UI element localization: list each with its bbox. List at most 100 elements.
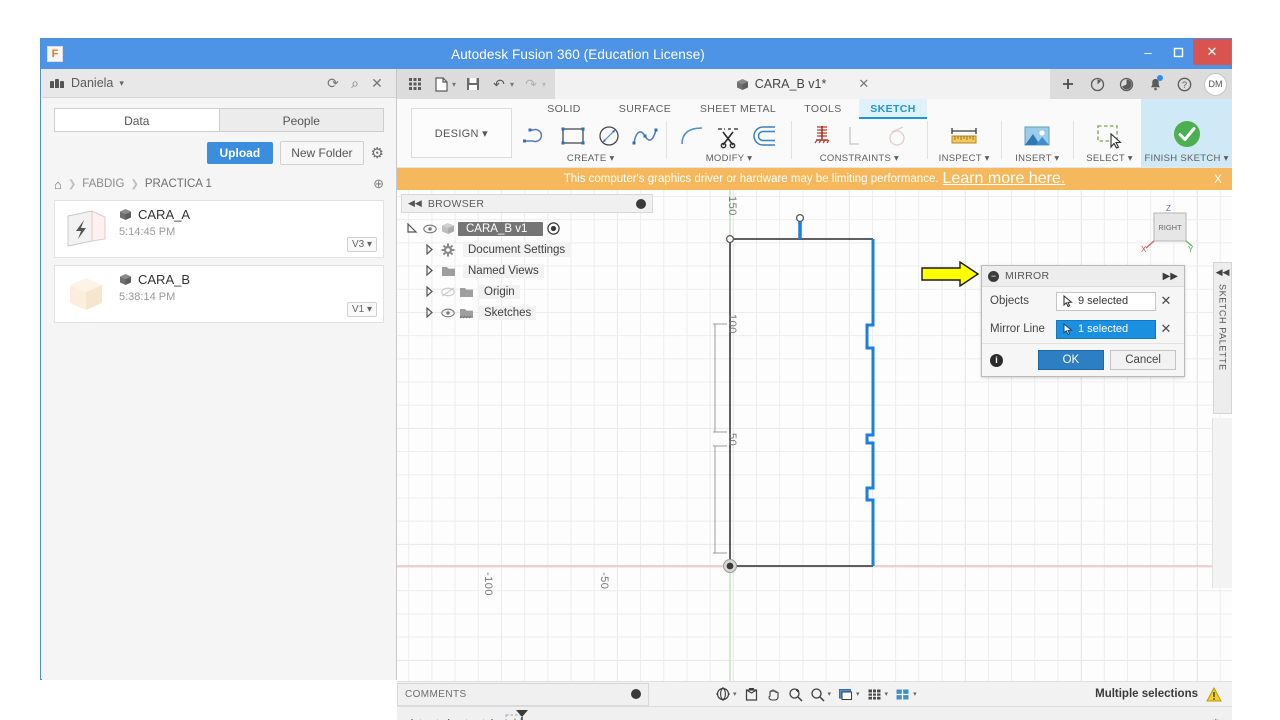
add-tab-icon[interactable] bbox=[1055, 71, 1081, 97]
objects-selection-field[interactable]: 9 selected bbox=[1056, 291, 1156, 311]
expand-arrow-icon[interactable] bbox=[425, 307, 441, 318]
canvas[interactable]: 150 100 50 -100 -50 ◀◀ BROWSER CARA_B v1… bbox=[397, 190, 1232, 681]
globe-icon[interactable]: ⊕ bbox=[373, 176, 384, 192]
grid-snaps-icon[interactable] bbox=[865, 685, 884, 704]
comments-panel[interactable]: COMMENTS bbox=[397, 682, 649, 706]
chevron-down-icon[interactable]: ▾ bbox=[828, 690, 832, 698]
gear-icon[interactable]: ⚙ bbox=[371, 144, 384, 162]
zoom-icon[interactable] bbox=[808, 685, 827, 704]
line-icon[interactable] bbox=[520, 120, 554, 152]
expand-arrow-icon[interactable] bbox=[407, 223, 423, 234]
chevron-down-icon[interactable]: ▾ bbox=[913, 690, 917, 698]
expand-arrow-icon[interactable] bbox=[425, 244, 441, 255]
tangent-constraint-icon[interactable] bbox=[878, 120, 912, 152]
visibility-eye-icon[interactable] bbox=[441, 308, 459, 318]
fix-constraint-icon[interactable] bbox=[806, 120, 840, 152]
timeline-prev-icon[interactable] bbox=[425, 713, 443, 720]
offset-icon[interactable] bbox=[748, 120, 782, 152]
timeline-settings-icon[interactable]: ⚙ bbox=[1209, 716, 1222, 720]
new-folder-button[interactable]: New Folder bbox=[280, 141, 364, 165]
breadcrumb-item-practica-1[interactable]: PRACTICA 1 bbox=[145, 178, 212, 190]
create-panel-label[interactable]: CREATE ▾ bbox=[520, 153, 662, 167]
constraints-panel-label[interactable]: CONSTRAINTS ▾ bbox=[796, 153, 922, 167]
finish-sketch-icon[interactable] bbox=[1172, 119, 1202, 149]
chevron-down-icon[interactable]: ▾ bbox=[542, 80, 546, 89]
expand-arrow-icon[interactable] bbox=[425, 265, 441, 276]
chevron-down-icon[interactable]: ▾ bbox=[119, 78, 124, 89]
finish-sketch-label[interactable]: FINISH SKETCH ▾ bbox=[1144, 153, 1228, 167]
current-user-label[interactable]: Daniela bbox=[71, 76, 113, 90]
show-data-panel-icon[interactable] bbox=[403, 72, 427, 96]
inspect-panel-label[interactable]: INSPECT ▾ bbox=[932, 153, 997, 167]
list-item[interactable]: CARA_A 5:14:45 PM V3 ▾ bbox=[54, 200, 384, 258]
timeline-marker[interactable] bbox=[505, 709, 533, 720]
comments-options-icon[interactable] bbox=[631, 689, 641, 699]
collapse-palette-icon[interactable]: ◀◀ bbox=[1216, 267, 1230, 278]
perpendicular-constraint-icon[interactable] bbox=[842, 120, 876, 152]
rectangle-icon[interactable] bbox=[556, 120, 590, 152]
avatar[interactable]: DM bbox=[1204, 72, 1227, 96]
breadcrumb-item-fabdig[interactable]: FABDIG bbox=[82, 178, 124, 190]
document-tab-cara-b[interactable]: CARA_B v1* ✕ bbox=[736, 76, 869, 92]
chevron-down-icon[interactable]: ▾ bbox=[856, 690, 860, 698]
close-icon[interactable]: ✕ bbox=[858, 76, 869, 92]
select-panel-label[interactable]: SELECT ▾ bbox=[1078, 153, 1141, 167]
home-icon[interactable]: ⌂ bbox=[54, 177, 62, 192]
chevron-down-icon[interactable]: ▾ bbox=[452, 80, 456, 89]
timeline-last-icon[interactable] bbox=[479, 713, 497, 720]
expand-dialog-icon[interactable]: ▶▶ bbox=[1163, 271, 1178, 282]
tree-item-origin[interactable]: Origin bbox=[401, 281, 653, 302]
circle-icon[interactable] bbox=[592, 120, 626, 152]
spline-icon[interactable] bbox=[628, 120, 662, 152]
display-settings-icon[interactable] bbox=[836, 685, 855, 704]
look-at-icon[interactable] bbox=[742, 685, 761, 704]
measure-icon[interactable] bbox=[947, 120, 981, 152]
tree-item-document-settings[interactable]: Document Settings bbox=[401, 239, 653, 260]
tab-data[interactable]: Data bbox=[54, 108, 220, 132]
trim-icon[interactable] bbox=[712, 120, 746, 152]
save-icon[interactable] bbox=[461, 72, 485, 96]
mirror-line-selection-field[interactable]: 1 selected bbox=[1056, 319, 1156, 339]
undo-icon[interactable]: ↶ bbox=[487, 72, 511, 96]
cancel-button[interactable]: Cancel bbox=[1110, 350, 1176, 370]
ok-button[interactable]: OK bbox=[1037, 350, 1105, 370]
tree-item-sketches[interactable]: Sketches bbox=[401, 302, 653, 323]
pan-icon[interactable] bbox=[764, 685, 783, 704]
chevron-down-icon[interactable]: ▾ bbox=[885, 690, 889, 698]
viewports-icon[interactable] bbox=[893, 685, 912, 704]
info-icon[interactable]: i bbox=[990, 353, 1003, 367]
canvas-scrollbar[interactable] bbox=[1212, 418, 1232, 588]
select-icon[interactable] bbox=[1093, 120, 1127, 152]
clear-mirror-line-icon[interactable]: ✕ bbox=[1156, 321, 1176, 337]
list-item[interactable]: CARA_B 5:38:14 PM V1 ▾ bbox=[54, 265, 384, 323]
upload-button[interactable]: Upload bbox=[206, 142, 274, 164]
file-icon[interactable] bbox=[429, 72, 453, 96]
zoom-window-icon[interactable] bbox=[786, 685, 805, 704]
warning-triangle-icon[interactable] bbox=[1206, 686, 1222, 702]
mirror-dialog[interactable]: − MIRROR ▶▶ Objects 9 selected ✕ Mirror bbox=[981, 265, 1185, 377]
learn-more-link[interactable]: Learn more here. bbox=[943, 170, 1066, 188]
close-panel-icon[interactable]: ✕ bbox=[366, 75, 388, 92]
modify-panel-label[interactable]: MODIFY ▾ bbox=[671, 153, 788, 167]
help-icon[interactable]: ? bbox=[1171, 71, 1197, 97]
visibility-eye-icon[interactable] bbox=[441, 287, 459, 297]
close-button[interactable]: ✕ bbox=[1193, 39, 1231, 65]
refresh-icon[interactable]: ⟳ bbox=[322, 75, 344, 92]
redo-icon[interactable]: ↷ bbox=[519, 72, 543, 96]
close-icon[interactable]: X bbox=[1214, 172, 1222, 186]
file-version-dropdown[interactable]: V3 ▾ bbox=[346, 237, 377, 252]
file-version-dropdown[interactable]: V1 ▾ bbox=[346, 302, 377, 317]
sketch-palette-tab[interactable]: ◀◀ SKETCH PALETTE bbox=[1213, 262, 1232, 414]
insert-image-icon[interactable] bbox=[1020, 120, 1054, 152]
chevron-down-icon[interactable]: ▾ bbox=[733, 690, 737, 698]
finish-sketch-panel[interactable]: FINISH SKETCH ▾ bbox=[1141, 99, 1232, 167]
insert-panel-label[interactable]: INSERT ▾ bbox=[1006, 153, 1069, 167]
workspace-selector[interactable]: DESIGN ▾ bbox=[411, 108, 512, 158]
timeline-next-icon[interactable] bbox=[461, 713, 479, 720]
clear-objects-icon[interactable]: ✕ bbox=[1156, 293, 1176, 309]
browser-options-icon[interactable] bbox=[636, 198, 646, 209]
minimize-button[interactable]: – bbox=[1133, 39, 1163, 65]
notifications-icon[interactable] bbox=[1142, 71, 1168, 97]
recent-activity-icon[interactable] bbox=[1113, 71, 1139, 97]
visibility-eye-icon[interactable] bbox=[423, 224, 441, 234]
